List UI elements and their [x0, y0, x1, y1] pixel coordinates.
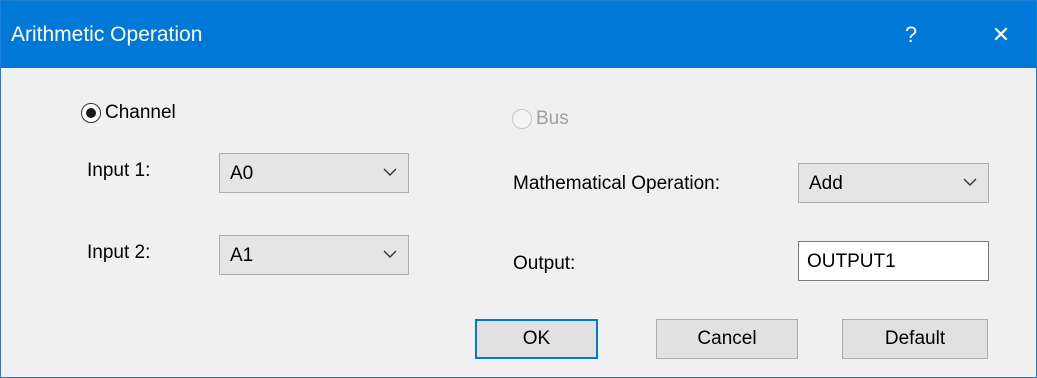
- input2-select[interactable]: A1: [219, 235, 409, 275]
- input1-label: Input 1:: [87, 160, 151, 181]
- operation-value: Add: [809, 173, 843, 194]
- input2-label: Input 2:: [87, 242, 151, 263]
- channel-radio-label: Channel: [105, 102, 176, 123]
- close-icon: ✕: [991, 21, 1011, 47]
- chevron-down-icon: [383, 250, 397, 258]
- title-bar[interactable]: Arithmetic Operation ? ✕: [1, 1, 1036, 68]
- dialog-title: Arithmetic Operation: [11, 23, 203, 46]
- help-icon: ?: [904, 21, 918, 47]
- channel-radio[interactable]: Channel: [81, 102, 176, 124]
- chevron-down-icon: [963, 178, 977, 186]
- input2-value: A1: [230, 245, 254, 266]
- cancel-button[interactable]: Cancel: [656, 319, 798, 359]
- close-button[interactable]: ✕: [966, 1, 1036, 68]
- operation-label: Mathematical Operation:: [513, 173, 720, 194]
- output-label: Output:: [513, 253, 576, 274]
- radio-unselected-icon: [512, 109, 532, 129]
- output-field[interactable]: OUTPUT1: [798, 241, 989, 281]
- operation-select[interactable]: Add: [798, 163, 989, 203]
- input1-select[interactable]: A0: [219, 153, 409, 193]
- help-button[interactable]: ?: [876, 1, 946, 68]
- ok-button[interactable]: OK: [475, 319, 598, 359]
- chevron-down-icon: [383, 168, 397, 176]
- bus-radio[interactable]: Bus: [512, 108, 569, 130]
- arithmetic-operation-dialog: Arithmetic Operation ? ✕ Channel Bus Inp…: [0, 0, 1037, 378]
- default-button[interactable]: Default: [842, 319, 988, 359]
- input1-value: A0: [230, 163, 254, 184]
- output-value: OUTPUT1: [807, 251, 896, 272]
- radio-selected-icon: [81, 103, 101, 123]
- bus-radio-label: Bus: [536, 108, 569, 129]
